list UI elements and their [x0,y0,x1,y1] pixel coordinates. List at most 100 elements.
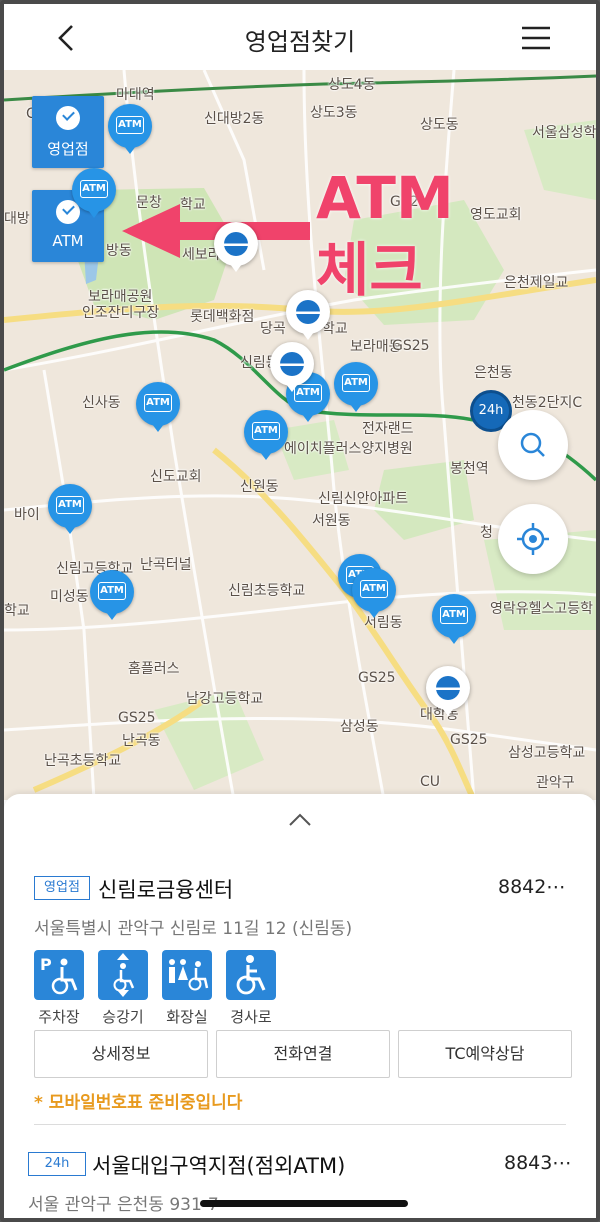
filter-atm-label: ATM [52,232,84,250]
list-divider [34,1124,566,1125]
map-place-label: GS25 [392,338,430,354]
hamburger-menu-icon [522,26,550,50]
branch-phone: 8842⋯ [498,876,566,898]
map-place-label: 서원동 [312,513,351,529]
map-place-label: GS25 [358,670,396,686]
tc-reservation-button[interactable]: TC예약상담 [398,1030,572,1078]
facility-restroom: 화장실 [162,950,212,1027]
facility-label: 화장실 [166,1008,208,1026]
atm-map-pin[interactable]: ATM [72,168,116,218]
check-circle-icon [56,106,80,130]
map-place-label: 삼성동 [340,719,379,735]
atm-pin-label: ATM [342,374,370,392]
map-place-label: 상도4동 [328,77,376,93]
branch-map-pin[interactable] [426,666,470,716]
detail-info-button[interactable]: 상세정보 [34,1030,208,1078]
map-place-label: CU [420,774,441,790]
wheelchair-icon [226,950,276,1000]
facility-ramp: 경사로 [226,950,276,1027]
chevron-up-icon[interactable] [288,812,312,828]
atm-map-pin[interactable]: ATM [90,570,134,620]
map-place-label: 바이 [14,507,40,523]
branch-map-pin[interactable] [286,290,330,340]
map-place-label: 은천제일교 [504,275,569,291]
restroom-icon [162,950,212,1000]
atm-check-annotation: ATM 체크 [316,162,454,306]
menu-button[interactable] [520,22,552,54]
map-place-label: 롯데백화점 [190,309,255,325]
atm-map-pin[interactable]: ATM [432,594,476,644]
atm-pin-label: ATM [440,606,468,624]
atm-pin-label: ATM [98,582,126,600]
map-place-label: 영락유헬스고등학 [490,601,594,617]
filter-branch-toggle[interactable]: 영업점 [32,96,104,168]
svg-text:P: P [40,955,52,974]
map-place-label: 에이치플러스양지병원 [284,441,413,457]
search-button[interactable] [498,410,568,480]
atm-map-pin[interactable]: ATM [334,362,378,412]
annotation-line-2: 체크 [316,236,423,304]
map-view[interactable]: 상도4동 신대방2동 상도3동 상도동 서울삼성학 문창 학교 GS2 영도교회 대방 방동 세보라 은… [4,70,596,800]
branch-name[interactable]: 신림로금융센터 [98,874,233,904]
page-title: 영업점찾기 [244,28,356,56]
map-place-label: 청 [480,525,493,541]
mobile-ticket-notice: * 모바일번호표 준비중입니다 [34,1093,243,1113]
branch-map-pin[interactable] [214,222,258,272]
branch-phone: 8843⋯ [504,1152,572,1174]
my-location-button[interactable] [498,504,568,574]
map-place-label: 인조잔디구장 [82,305,160,321]
map-place-label: 신도교회 [150,469,202,485]
atm-pin-label: ATM [116,116,144,134]
branch-type-badge: 24h [28,1152,86,1176]
atm-map-pin[interactable]: ATM [48,484,92,534]
map-place-label: 신대방2동 [204,111,265,127]
call-button[interactable]: 전화연결 [216,1030,390,1078]
atm-map-pin[interactable]: ATM [352,568,396,618]
atm-pin-label: ATM [80,180,108,198]
branch-list-panel: 영업점 신림로금융센터 8842⋯ 서울특별시 관악구 신림로 11길 12 (… [4,794,596,1218]
map-place-label: 미성동 [50,589,89,605]
home-indicator [200,1200,408,1207]
bank-logo-icon [280,352,304,376]
map-place-label: 학교 [4,603,30,619]
map-place-label: 전자랜드 [362,421,414,437]
atm-map-pin[interactable]: ATM [136,382,180,432]
branch-name[interactable]: 서울대입구역지점(점외ATM) [92,1150,345,1180]
bank-logo-icon [224,232,248,256]
map-place-label: 삼성고등학교 [508,745,586,761]
branch-address: 서울특별시 관악구 신림로 11길 12 (신림동) [34,919,353,939]
map-place-label: 대방 [4,211,30,227]
branch-address: 서울 관악구 은천동 931-7 [28,1195,219,1215]
atm-map-pin[interactable]: ATM [244,410,288,460]
facility-parking: P 주차장 [34,950,84,1027]
map-place-label: 난곡동 [122,733,161,749]
atm-map-pin[interactable]: ATM [108,104,152,154]
branch-map-pin[interactable] [270,342,314,392]
map-place-label: 상도동 [420,117,459,133]
atm-pin-label: ATM [252,422,280,440]
map-place-label: 마대역 [116,87,155,103]
map-place-label: 은천동 [474,365,513,381]
map-place-label: 상도3동 [310,105,358,121]
search-icon [520,432,545,457]
map-place-label: 홈플러스 [128,661,180,677]
atm-pin-label: ATM [360,580,388,598]
map-place-label: 신원동 [240,479,279,495]
annotation-line-1: ATM [316,164,454,232]
map-place-label: GS25 [450,732,488,748]
filter-branch-label: 영업점 [47,140,89,158]
map-place-label: 관악구 [536,775,575,791]
map-place-label: GS25 [118,710,156,726]
facility-label: 승강기 [102,1008,144,1026]
map-place-label: 난곡터널 [140,557,192,573]
atm-pin-label: ATM [56,496,84,514]
map-place-label: 남강고등학교 [186,691,264,707]
map-place-label: 신림신안아파트 [318,491,409,507]
map-place-label: 천동2단지C [512,395,583,411]
parking-wheelchair-icon: P [34,950,84,1000]
atm-pin-label: ATM [144,394,172,412]
app-frame: 영업점찾기 상도4동 신대방2동 상도3동 상도동 서울삼성학 문창 학교 GS… [0,0,600,1222]
app-header: 영업점찾기 [4,4,596,70]
bank-logo-icon [436,676,460,700]
map-place-label: 난곡초등학교 [44,753,122,769]
